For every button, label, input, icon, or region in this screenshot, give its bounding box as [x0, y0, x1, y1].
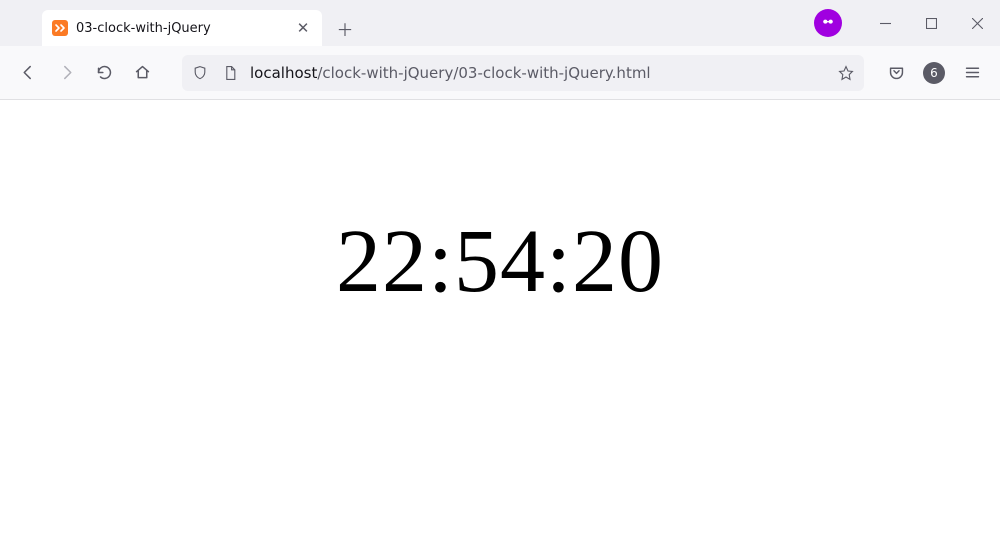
page-info-icon[interactable]: [220, 63, 240, 83]
reload-button[interactable]: [86, 55, 122, 91]
address-bar[interactable]: localhost/clock-with-jQuery/03-clock-wit…: [182, 55, 864, 91]
browser-tab[interactable]: 03-clock-with-jQuery ✕: [42, 10, 322, 46]
close-window-button[interactable]: [954, 0, 1000, 46]
minimize-button[interactable]: [862, 0, 908, 46]
shield-icon[interactable]: [190, 63, 210, 83]
url-path: /clock-with-jQuery/03-clock-with-jQuery.…: [317, 64, 650, 82]
close-tab-button[interactable]: ✕: [294, 19, 312, 37]
account-badge[interactable]: 6: [923, 62, 945, 84]
tab-title: 03-clock-with-jQuery: [76, 21, 286, 36]
titlebar: 03-clock-with-jQuery ✕ ＋: [0, 0, 1000, 46]
new-tab-button[interactable]: ＋: [330, 13, 360, 43]
url-text: localhost/clock-with-jQuery/03-clock-wit…: [250, 64, 826, 82]
maximize-button[interactable]: [908, 0, 954, 46]
forward-button[interactable]: [48, 55, 84, 91]
clock-display: 22:54:20: [336, 210, 664, 313]
url-host: localhost: [250, 64, 317, 82]
home-button[interactable]: [124, 55, 160, 91]
back-button[interactable]: [10, 55, 46, 91]
page-content: 22:54:20: [0, 100, 1000, 313]
window-controls: [814, 0, 1000, 46]
xampp-favicon-icon: [52, 20, 68, 36]
app-menu-button[interactable]: [954, 55, 990, 91]
bookmark-star-icon[interactable]: [836, 63, 856, 83]
toolbar: localhost/clock-with-jQuery/03-clock-wit…: [0, 46, 1000, 100]
badge-count: 6: [930, 66, 938, 80]
extension-icon[interactable]: [814, 9, 842, 37]
pocket-button[interactable]: [878, 55, 914, 91]
